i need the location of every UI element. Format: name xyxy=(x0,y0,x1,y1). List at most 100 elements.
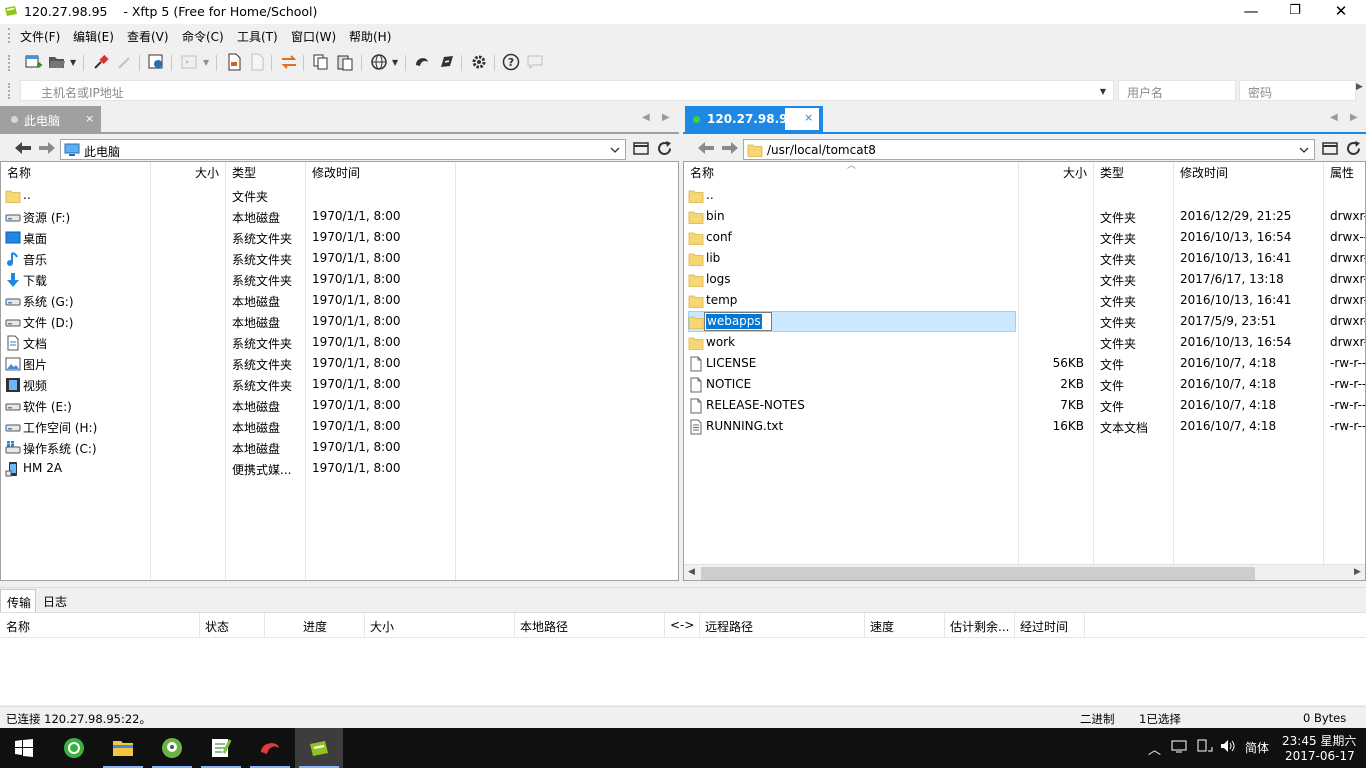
taskbar-xshell[interactable] xyxy=(246,728,294,768)
menu-command[interactable]: 命令(C) xyxy=(182,28,224,45)
local-folder-view-icon[interactable] xyxy=(633,141,649,158)
local-file-row[interactable]: 文档 系统文件夹 1970/1/1, 8:00 xyxy=(1,332,678,353)
password-input[interactable]: 密码 xyxy=(1239,80,1356,101)
clock-date[interactable]: 2017-06-17 xyxy=(1285,749,1355,763)
chat-icon[interactable] xyxy=(526,53,544,73)
encoding-globe-icon[interactable] xyxy=(370,53,388,73)
xfer-col-eta[interactable]: 估计剩余... xyxy=(950,618,1009,635)
copy-icon[interactable] xyxy=(312,53,330,73)
disconnect-icon[interactable] xyxy=(116,53,134,73)
tab-log[interactable]: 日志 xyxy=(43,593,67,610)
local-file-row[interactable]: 图片 系统文件夹 1970/1/1, 8:00 xyxy=(1,353,678,374)
open-folder-icon[interactable] xyxy=(48,53,66,73)
addressbar-grip[interactable] xyxy=(8,83,11,99)
rename-input[interactable]: webapps xyxy=(704,312,772,331)
local-col-modified[interactable]: 修改时间 xyxy=(312,162,361,184)
remote-forward-icon[interactable] xyxy=(721,141,739,158)
remote-file-row[interactable]: RUNNING.txt 16KB 文本文档 2016/10/7, 4:18 -rw-r-… xyxy=(684,416,1365,437)
remote-tab-scroll-right-icon[interactable]: ▶ xyxy=(1350,112,1358,123)
transfer-icon[interactable] xyxy=(280,53,298,73)
tab-transfer[interactable]: 传输 xyxy=(0,589,36,612)
taskbar-file-explorer[interactable] xyxy=(99,728,147,768)
xfer-col-size[interactable]: 大小 xyxy=(370,618,394,635)
menu-help[interactable]: 帮助(H) xyxy=(349,28,391,45)
taskbar-android-studio[interactable] xyxy=(148,728,196,768)
local-file-row[interactable]: HM 2A 便携式媒... 1970/1/1, 8:00 xyxy=(1,458,678,479)
local-col-size[interactable]: 大小 xyxy=(195,162,220,184)
terminal-icon[interactable] xyxy=(180,53,198,73)
remote-file-list[interactable]: 名称 ︿ 大小 类型 修改时间 属性 .. bin 文件夹 2016/12/29, 2… xyxy=(683,161,1366,581)
local-back-icon[interactable] xyxy=(14,141,32,158)
open-dropdown-icon[interactable]: ▼ xyxy=(70,58,76,67)
remote-file-row[interactable]: webapps 文件夹 2017/5/9, 23:51 drwxr- xyxy=(684,311,1365,332)
connect-icon[interactable] xyxy=(92,53,110,73)
menu-tools[interactable]: 工具(T) xyxy=(237,28,278,45)
local-path-input[interactable]: 此电脑 xyxy=(60,139,626,160)
local-file-row[interactable]: 系统 (G:) 本地磁盘 1970/1/1, 8:00 xyxy=(1,290,678,311)
scroll-right-icon[interactable]: ▶ xyxy=(1354,567,1361,577)
transfer-mode[interactable]: 二进制 xyxy=(1080,711,1115,727)
remote-col-size[interactable]: 大小 xyxy=(1063,162,1088,184)
xshell-icon[interactable] xyxy=(413,53,431,73)
encoding-dropdown-icon[interactable]: ▼ xyxy=(392,58,398,67)
local-file-list[interactable]: 名称 大小 类型 修改时间 .. 文件夹 资源 (F:) 本地磁盘 1970/1/1, … xyxy=(0,161,679,581)
remote-path-input[interactable]: /usr/local/tomcat8 xyxy=(743,139,1315,160)
terminal-dropdown-icon[interactable]: ▼ xyxy=(203,58,209,67)
start-button[interactable] xyxy=(0,728,48,768)
xfer-col-progress[interactable]: 进度 xyxy=(303,618,327,635)
local-col-name[interactable]: 名称 xyxy=(7,162,32,184)
local-file-row[interactable]: 音乐 系统文件夹 1970/1/1, 8:00 xyxy=(1,248,678,269)
local-file-row[interactable]: 工作空间 (H:) 本地磁盘 1970/1/1, 8:00 xyxy=(1,416,678,437)
remote-col-modified[interactable]: 修改时间 xyxy=(1180,162,1229,184)
remote-folder-view-icon[interactable] xyxy=(1322,141,1338,158)
tab-remote[interactable]: 120.27.98.95 × xyxy=(685,106,823,132)
username-input[interactable]: 用户名 xyxy=(1118,80,1236,101)
clock-time[interactable]: 23:45 星期六 xyxy=(1282,732,1356,749)
wifi-icon[interactable] xyxy=(1197,739,1213,756)
xftp-icon[interactable] xyxy=(438,53,456,73)
taskbar-360-browser[interactable] xyxy=(50,728,98,768)
remote-file-row[interactable]: lib 文件夹 2016/10/13, 16:41 drwxr- xyxy=(684,248,1365,269)
scroll-left-icon[interactable]: ◀ xyxy=(688,567,695,577)
help-icon[interactable]: ? xyxy=(502,53,520,73)
remote-path-dropdown-icon[interactable] xyxy=(1299,144,1309,158)
menu-edit[interactable]: 编辑(E) xyxy=(73,28,114,45)
volume-icon[interactable] xyxy=(1220,739,1236,756)
remote-file-row[interactable]: conf 文件夹 2016/10/13, 16:54 drwx-- xyxy=(684,227,1365,248)
session-properties-icon[interactable] xyxy=(147,53,165,73)
remote-hscrollbar[interactable]: ◀ ▶ xyxy=(684,564,1365,580)
remote-file-row[interactable]: LICENSE 56KB 文件 2016/10/7, 4:18 -rw-r-- xyxy=(684,353,1365,374)
new-file-icon[interactable] xyxy=(225,53,243,73)
local-file-row[interactable]: 操作系统 (C:) 本地磁盘 1970/1/1, 8:00 xyxy=(1,437,678,458)
close-remote-tab-icon[interactable]: × xyxy=(804,111,813,124)
remote-col-type[interactable]: 类型 xyxy=(1100,162,1125,184)
remote-file-row[interactable]: temp 文件夹 2016/10/13, 16:41 drwxr- xyxy=(684,290,1365,311)
menu-file[interactable]: 文件(F) xyxy=(20,28,60,45)
local-col-type[interactable]: 类型 xyxy=(232,162,257,184)
local-file-row[interactable]: 视频 系统文件夹 1970/1/1, 8:00 xyxy=(1,374,678,395)
remote-col-attr[interactable]: 属性 xyxy=(1330,162,1355,184)
remote-file-row[interactable]: bin 文件夹 2016/12/29, 21:25 drwxr- xyxy=(684,206,1365,227)
remote-tab-scroll-left-icon[interactable]: ◀ xyxy=(1330,112,1338,123)
host-input[interactable]: 主机名或IP地址 ▼ xyxy=(20,80,1114,101)
paste-icon[interactable] xyxy=(336,53,354,73)
local-file-row[interactable]: 下载 系统文件夹 1970/1/1, 8:00 xyxy=(1,269,678,290)
toolbar-overflow-icon[interactable]: ▶ xyxy=(1356,82,1363,92)
xfer-col-remote-path[interactable]: 远程路径 xyxy=(705,618,753,635)
new-session-icon[interactable] xyxy=(24,53,42,73)
xfer-col-speed[interactable]: 速度 xyxy=(870,618,894,635)
local-file-row[interactable]: 文件 (D:) 本地磁盘 1970/1/1, 8:00 xyxy=(1,311,678,332)
menubar-grip[interactable] xyxy=(8,28,11,43)
menu-view[interactable]: 查看(V) xyxy=(127,28,169,45)
xfer-col-name[interactable]: 名称 xyxy=(6,618,30,635)
remote-file-row[interactable]: work 文件夹 2016/10/13, 16:54 drwxr- xyxy=(684,332,1365,353)
remote-file-row[interactable]: .. xyxy=(684,185,1365,206)
copy-file-icon[interactable] xyxy=(248,53,266,73)
local-file-row[interactable]: .. 文件夹 xyxy=(1,185,678,206)
scroll-thumb[interactable] xyxy=(701,567,1255,580)
local-forward-icon[interactable] xyxy=(38,141,56,158)
menu-window[interactable]: 窗口(W) xyxy=(291,28,336,45)
xfer-col-status[interactable]: 状态 xyxy=(205,618,229,635)
close-window-button[interactable]: ✕ xyxy=(1318,0,1364,24)
network-icon[interactable] xyxy=(1171,739,1187,756)
